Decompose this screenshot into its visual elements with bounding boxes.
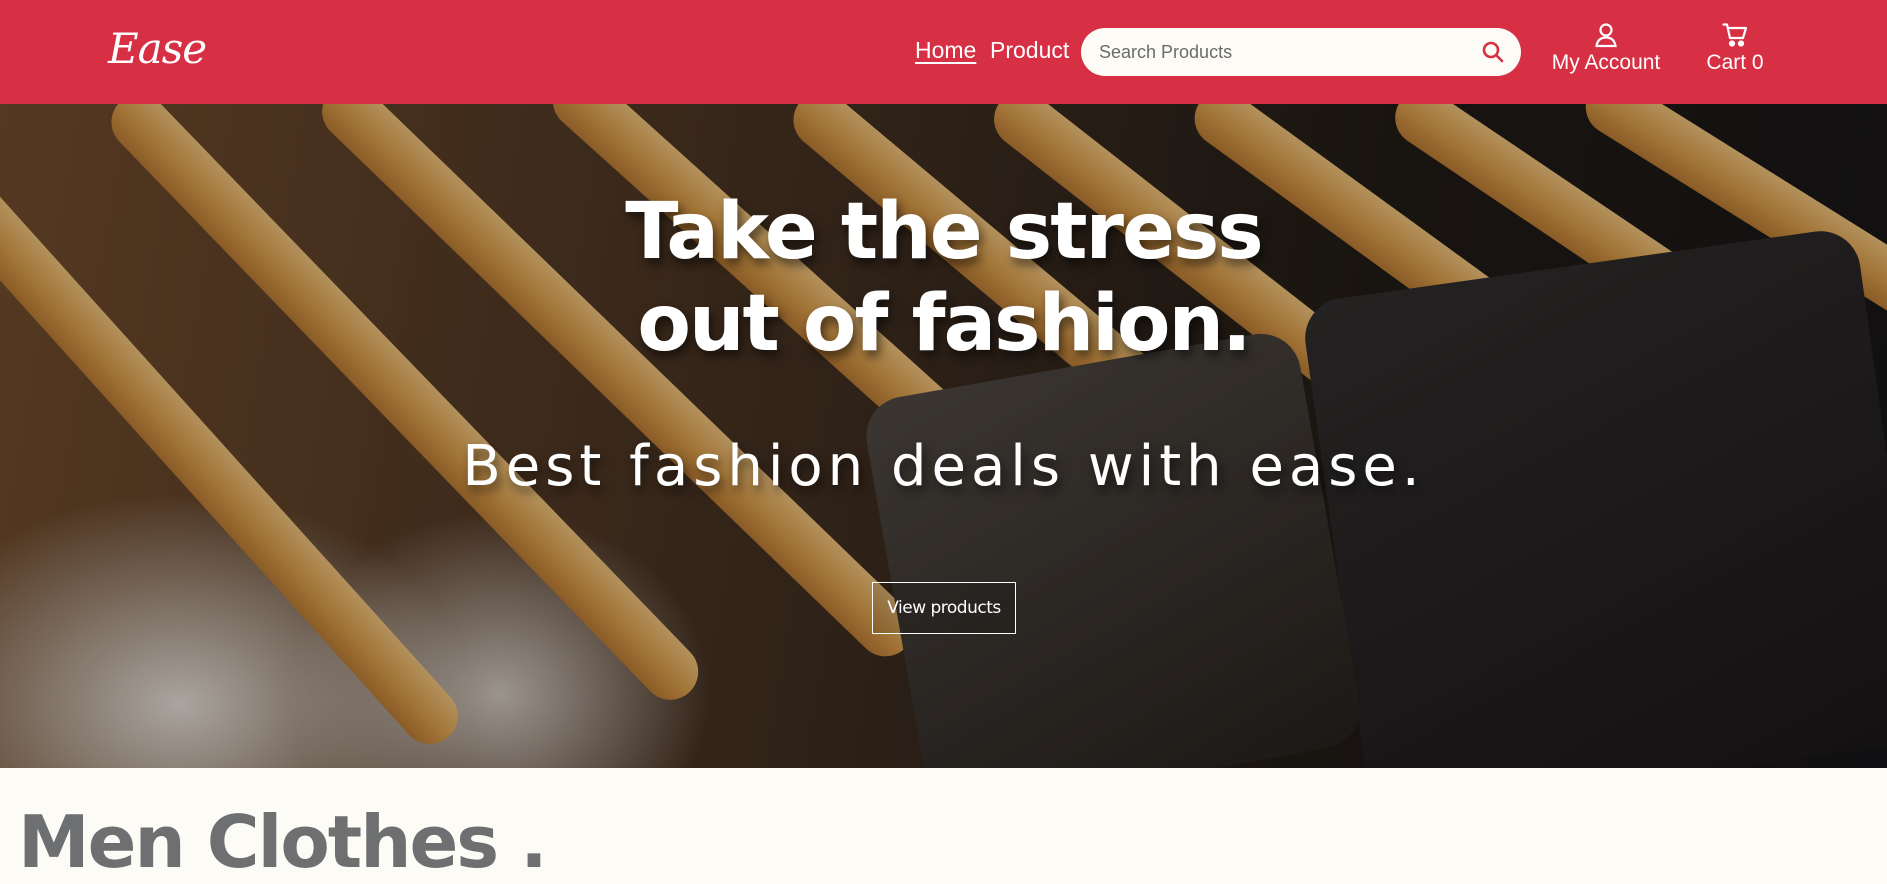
- user-icon: [1593, 22, 1619, 48]
- hero-subtitle: Best fashion deals with ease.: [462, 434, 1425, 499]
- hero-banner: Take the stress out of fashion. Best fas…: [0, 104, 1887, 768]
- cart-icon: [1722, 22, 1748, 48]
- nav-link-home[interactable]: Home: [915, 37, 976, 64]
- section-title: Men Clothes .: [18, 800, 548, 884]
- hero-title: Take the stress out of fashion.: [0, 186, 1887, 370]
- top-navbar: Ease Home Product My Account: [0, 0, 1887, 104]
- my-account-label: My Account: [1551, 51, 1661, 74]
- hero-title-line-1: Take the stress: [625, 187, 1263, 277]
- cart-label: Cart 0: [1706, 51, 1764, 74]
- view-products-button[interactable]: View products: [872, 582, 1016, 634]
- search-input[interactable]: [1099, 28, 1459, 76]
- brand-logo[interactable]: Ease: [108, 24, 207, 73]
- search-bar: [1081, 28, 1521, 76]
- cart-link[interactable]: Cart 0: [1700, 22, 1770, 75]
- nav-link-product[interactable]: Product: [990, 37, 1069, 64]
- my-account-link[interactable]: My Account: [1550, 22, 1662, 75]
- search-icon[interactable]: [1481, 40, 1505, 64]
- hero-title-line-2: out of fashion.: [637, 279, 1251, 369]
